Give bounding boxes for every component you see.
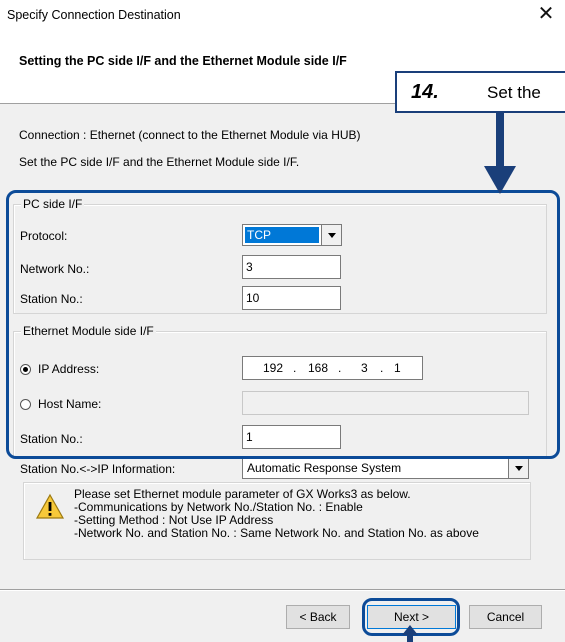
instruction-text: Set the PC side I/F and the Ethernet Mod… — [19, 155, 300, 169]
step-number: 14. — [411, 81, 439, 103]
window-title: Specify Connection Destination — [7, 8, 181, 22]
cancel-button[interactable]: Cancel — [469, 605, 542, 629]
warning-line: -Network No. and Station No. : Same Netw… — [74, 526, 479, 540]
back-button[interactable]: < Back — [286, 605, 350, 629]
wizard-header-title: Setting the PC side I/F and the Ethernet… — [19, 54, 347, 68]
step-callout: 14. Set the — [395, 71, 565, 113]
footer-separator — [0, 589, 565, 591]
next-arrow-icon — [402, 625, 418, 642]
ip-info-select[interactable]: Automatic Response System — [242, 457, 529, 479]
close-icon[interactable]: ✕ — [534, 3, 558, 27]
warning-text: Please set Ethernet module parameter of … — [74, 488, 479, 540]
ip-info-selected-value: Automatic Response System — [247, 461, 402, 475]
chevron-down-icon[interactable] — [508, 458, 528, 478]
highlight-frame-settings — [6, 190, 560, 459]
step-text: Set the — [487, 83, 541, 102]
warning-icon — [35, 493, 65, 519]
ip-info-label: Station No.<->IP Information: — [20, 462, 176, 476]
callout-arrow-icon — [484, 100, 516, 194]
connection-text: Connection : Ethernet (connect to the Et… — [19, 128, 361, 142]
